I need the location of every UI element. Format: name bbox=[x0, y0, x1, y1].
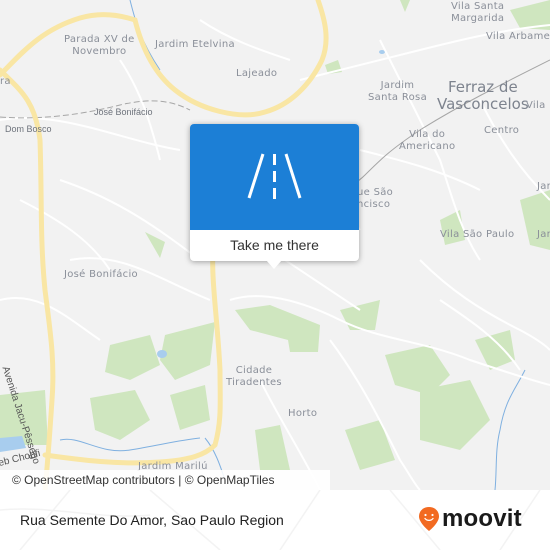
place-label-jose-bonifacio-station: José Bonifácio bbox=[94, 107, 153, 117]
take-me-there-popup[interactable]: Take me there bbox=[190, 124, 359, 269]
map-view[interactable]: Parada XV de Novembro Jardim Etelvina La… bbox=[0, 0, 550, 490]
place-label-vila-do-americano: Vila do Americano bbox=[399, 129, 456, 152]
place-label-jardim-santa-rosa: Jardim Santa Rosa bbox=[368, 80, 427, 103]
place-label-edge-ra: ra bbox=[0, 76, 11, 87]
popup-pointer bbox=[266, 260, 282, 269]
moovit-wordmark: moovit bbox=[442, 505, 522, 532]
place-label-vila: Vila bbox=[526, 100, 546, 111]
place-label-centro: Centro bbox=[484, 125, 520, 136]
place-label-ferraz-de-vasconcelos: Ferraz de Vasconcelos bbox=[437, 78, 529, 113]
place-label-jose-bonifacio: José Bonifácio bbox=[64, 269, 138, 280]
place-label-cidade-tiradentes: Cidade Tiradentes bbox=[226, 365, 282, 388]
place-label-horto: Horto bbox=[288, 408, 318, 419]
map-attribution[interactable]: © OpenStreetMap contributors | © OpenMap… bbox=[0, 470, 330, 490]
place-label-parque-sao-francisco: ue São ncisco bbox=[357, 187, 394, 210]
place-label-jardim-right: Jardi bbox=[537, 229, 550, 240]
place-label-jar-right: Jar bbox=[537, 181, 550, 192]
road-icon bbox=[247, 153, 302, 199]
place-label-vila-santa-margarida: Vila Santa Margarida bbox=[451, 1, 505, 24]
place-label-vila-arbame: Vila Arbame bbox=[486, 31, 550, 42]
location-title: Rua Semente Do Amor, Sao Paulo Region bbox=[20, 512, 284, 528]
footer-bar: Rua Semente Do Amor, Sao Paulo Region mo… bbox=[0, 490, 550, 550]
place-label-vila-sao-paulo: Vila São Paulo bbox=[440, 229, 515, 240]
place-label-lajeado: Lajeado bbox=[236, 68, 278, 79]
popup-hero[interactable] bbox=[190, 124, 359, 230]
moovit-logo[interactable]: moovit bbox=[418, 506, 522, 532]
place-label-jardim-etelvina: Jardim Etelvina bbox=[155, 39, 235, 50]
take-me-there-button[interactable]: Take me there bbox=[190, 230, 359, 261]
place-label-dom-bosco: Dom Bosco bbox=[5, 124, 52, 134]
place-label-parada-xv-de-novembro: Parada XV de Novembro bbox=[64, 34, 135, 57]
moovit-pin-icon bbox=[419, 507, 439, 531]
